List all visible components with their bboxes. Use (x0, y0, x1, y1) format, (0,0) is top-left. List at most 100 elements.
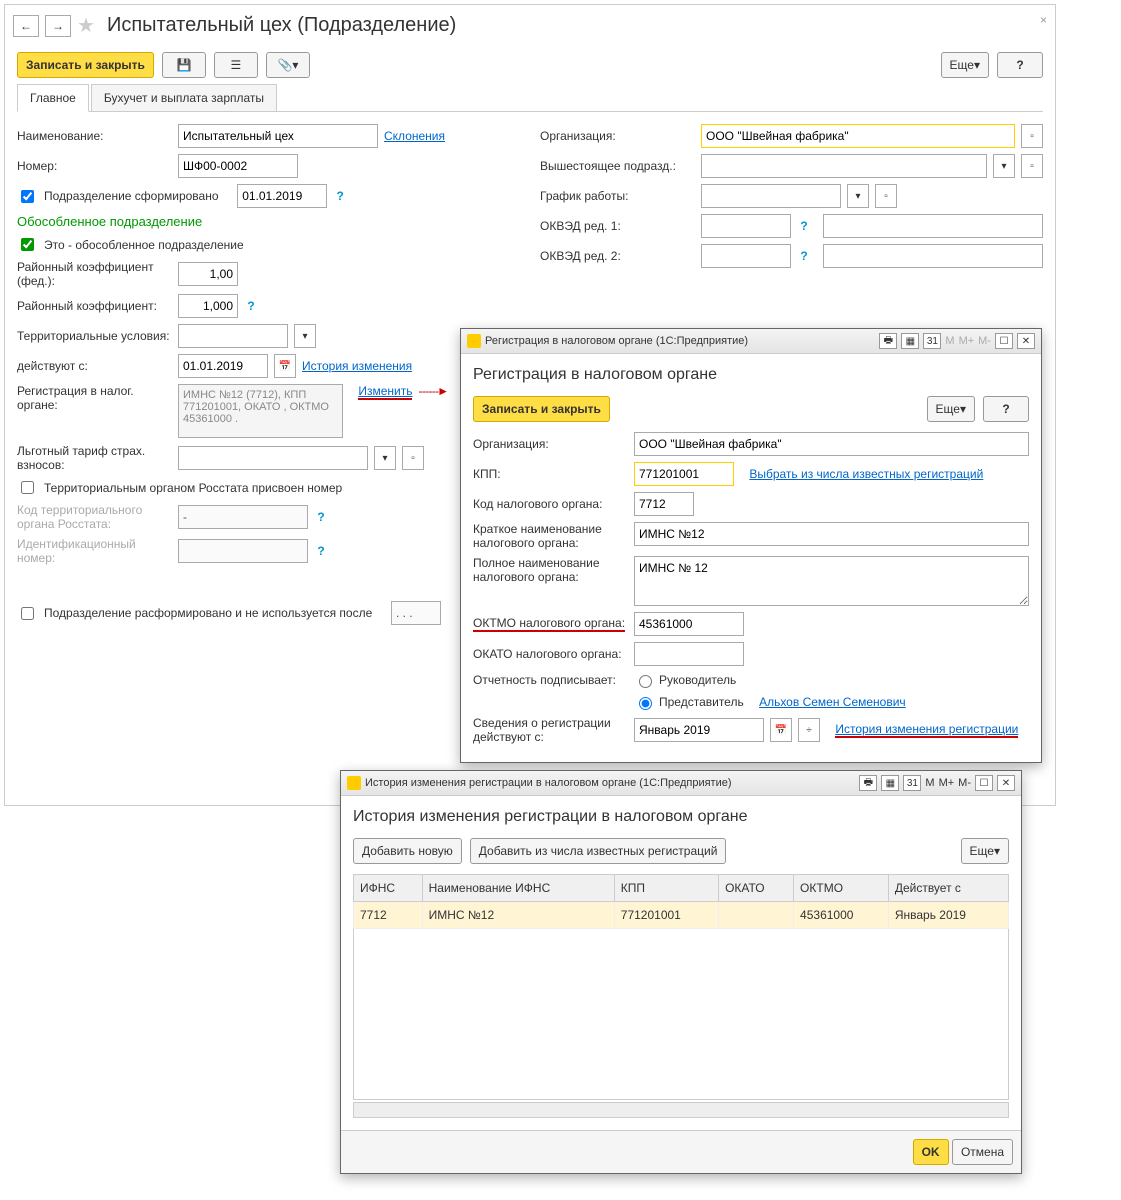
add-known-button[interactable]: Добавить из числа известных регистраций (470, 838, 727, 864)
reg-history-link[interactable]: История изменения регистрации (835, 722, 1018, 738)
add-new-button[interactable]: Добавить новую (353, 838, 462, 864)
close-icon[interactable]: × (1040, 13, 1047, 27)
print-icon[interactable]: 🖶 (859, 775, 877, 791)
terr-input[interactable] (178, 324, 288, 348)
short-name-input[interactable] (634, 522, 1029, 546)
okved2-input[interactable] (701, 244, 791, 268)
rk-input[interactable] (178, 294, 238, 318)
save-close-button[interactable]: Записать и закрыть (473, 396, 610, 422)
help-button[interactable]: ? (997, 52, 1043, 78)
name-input[interactable] (178, 124, 378, 148)
known-registrations-link[interactable]: Выбрать из числа известных регистраций (749, 467, 983, 481)
maximize-icon[interactable]: ☐ (995, 333, 1013, 349)
okved1-text-input[interactable] (823, 214, 1043, 238)
valid-date-input[interactable] (178, 354, 268, 378)
print-icon[interactable]: 🖶 (879, 333, 897, 349)
formed-checkbox[interactable] (21, 190, 34, 203)
nav-forward-button[interactable]: → (45, 15, 71, 37)
m-button[interactable]: M (925, 777, 934, 789)
help-icon[interactable]: ? (314, 544, 325, 558)
registration-display[interactable]: ИМНС №12 (7712), КПП 771201001, ОКАТО , … (178, 384, 343, 438)
tab-main[interactable]: Главное (17, 84, 89, 112)
favorite-icon[interactable]: ★ (77, 13, 95, 38)
scrollbar[interactable] (353, 1102, 1009, 1118)
calendar-icon[interactable]: 31 (903, 775, 921, 791)
kpp-input[interactable] (634, 462, 734, 486)
dropdown-icon[interactable]: ▾ (294, 324, 316, 348)
table-row[interactable]: 7712 ИМНС №12 771201001 45361000 Январь … (354, 902, 1009, 929)
mminus-button[interactable]: M- (958, 777, 971, 789)
calc-icon[interactable]: ▦ (881, 775, 899, 791)
help-icon[interactable]: ? (244, 299, 255, 313)
full-name-input[interactable] (634, 556, 1029, 606)
separate-checkbox[interactable] (21, 238, 34, 251)
mplus-button: M+ (959, 335, 975, 347)
help-button[interactable]: ? (983, 396, 1029, 422)
close-icon[interactable]: ✕ (997, 775, 1015, 791)
more-button[interactable]: Еще ▾ (961, 838, 1009, 864)
rosstat-checkbox[interactable] (21, 481, 34, 494)
okato-input[interactable] (634, 642, 744, 666)
help-icon[interactable]: ? (314, 510, 325, 524)
open-icon[interactable]: ▫ (1021, 124, 1043, 148)
col-kpp[interactable]: КПП (614, 875, 718, 902)
save-close-button[interactable]: Записать и закрыть (17, 52, 154, 78)
col-valid[interactable]: Действует с (888, 875, 1008, 902)
close-icon[interactable]: ✕ (1017, 333, 1035, 349)
attach-button[interactable]: 📎▾ (266, 52, 310, 78)
schedule-label: График работы: (540, 189, 695, 203)
help-icon[interactable]: ? (797, 249, 808, 263)
save-button[interactable]: 💾 (162, 52, 206, 78)
signer-head-radio[interactable] (639, 675, 652, 688)
col-ifns[interactable]: ИФНС (354, 875, 423, 902)
dialog-body: Регистрация в налоговом органе Записать … (461, 354, 1041, 762)
change-link[interactable]: Изменить (358, 384, 412, 400)
tarif-input[interactable] (178, 446, 368, 470)
calendar-icon[interactable]: 📅 (274, 354, 296, 378)
more-button[interactable]: Еще ▾ (927, 396, 975, 422)
maximize-icon[interactable]: ☐ (975, 775, 993, 791)
calc-icon[interactable]: ▦ (901, 333, 919, 349)
spinner-icon[interactable]: ÷ (798, 718, 820, 742)
cancel-button[interactable]: Отмена (952, 1139, 1013, 1165)
disbanded-checkbox[interactable] (21, 607, 34, 620)
col-name[interactable]: Наименование ИФНС (422, 875, 614, 902)
ok-button[interactable]: OK (913, 1139, 949, 1165)
tax-code-input[interactable] (634, 492, 694, 516)
okved2-label: ОКВЭД ред. 2: (540, 249, 695, 263)
schedule-input[interactable] (701, 184, 841, 208)
reg-valid-input[interactable] (634, 718, 764, 742)
tarif-label: Льготный тариф страх. взносов: (17, 444, 172, 472)
formed-date-input[interactable] (237, 184, 327, 208)
help-icon[interactable]: ? (333, 189, 344, 203)
col-okato[interactable]: ОКАТО (719, 875, 794, 902)
help-icon[interactable]: ? (797, 219, 808, 233)
history-link[interactable]: История изменения (302, 359, 412, 373)
tab-accounting[interactable]: Бухучет и выплата зарплаты (91, 84, 277, 111)
rk-fed-input[interactable] (178, 262, 238, 286)
number-input[interactable] (178, 154, 298, 178)
nav-back-button[interactable]: ← (13, 15, 39, 37)
dropdown-icon[interactable]: ▾ (847, 184, 869, 208)
calendar-icon[interactable]: 📅 (770, 718, 792, 742)
calendar-icon[interactable]: 31 (923, 333, 941, 349)
declensions-link[interactable]: Склонения (384, 129, 445, 143)
open-icon[interactable]: ▫ (875, 184, 897, 208)
open-icon[interactable]: ▫ (402, 446, 424, 470)
more-button[interactable]: Еще ▾ (941, 52, 989, 78)
dropdown-icon[interactable]: ▾ (993, 154, 1015, 178)
mplus-button[interactable]: M+ (939, 777, 955, 789)
parent-input[interactable] (701, 154, 987, 178)
disbanded-label: Подразделение расформировано и не исполь… (44, 606, 372, 620)
oktmo-input[interactable] (634, 612, 744, 636)
okved1-input[interactable] (701, 214, 791, 238)
list-button[interactable]: ☰ (214, 52, 258, 78)
representative-link[interactable]: Альхов Семен Семенович (759, 695, 906, 709)
dropdown-icon[interactable]: ▾ (374, 446, 396, 470)
col-oktmo[interactable]: ОКТМО (794, 875, 889, 902)
signer-rep-radio[interactable] (639, 697, 652, 710)
org-input[interactable] (701, 124, 1015, 148)
okved2-text-input[interactable] (823, 244, 1043, 268)
open-icon[interactable]: ▫ (1021, 154, 1043, 178)
org-input[interactable] (634, 432, 1029, 456)
